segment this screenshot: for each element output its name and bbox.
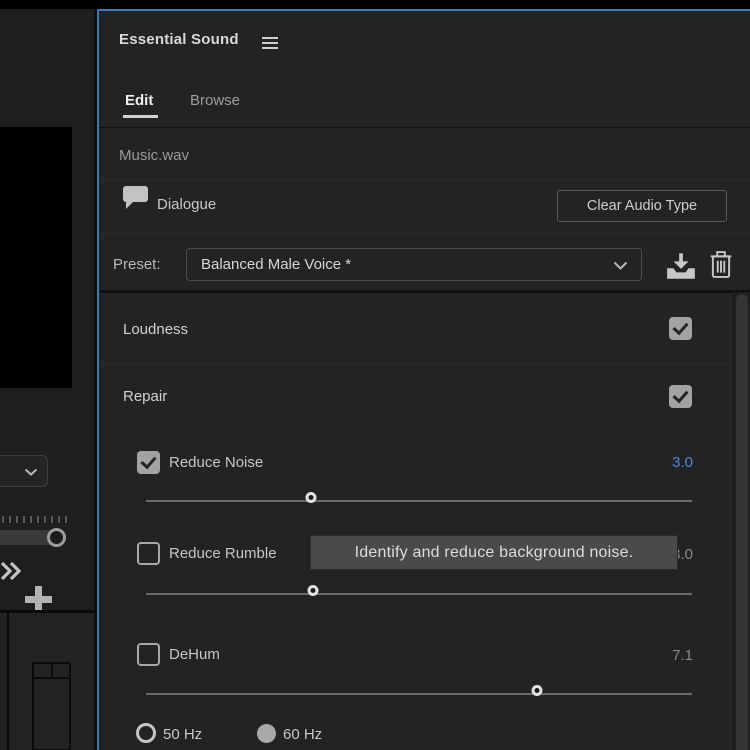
dehum-slider-knob[interactable]: [531, 685, 543, 696]
preset-dropdown[interactable]: Balanced Male Voice *: [186, 248, 642, 281]
reduce-noise-slider[interactable]: [146, 492, 692, 503]
separator: [99, 290, 750, 293]
meter-divider: [7, 613, 9, 750]
add-button[interactable]: [25, 586, 52, 613]
app-screen: Essential Sound Edit Browse Music.wav Di…: [0, 0, 750, 750]
speech-bubble-icon: [122, 185, 149, 215]
audio-type-label: Dialogue: [157, 196, 217, 213]
reduce-rumble-slider[interactable]: [146, 585, 692, 596]
tab-edit[interactable]: Edit: [125, 92, 153, 109]
dehum-label: DeHum: [169, 646, 220, 663]
reduce-noise-slider-knob[interactable]: [305, 492, 317, 503]
zoom-slider-knob[interactable]: [47, 528, 66, 547]
separator: [99, 179, 750, 180]
reduce-rumble-checkbox[interactable]: [137, 542, 160, 565]
double-chevron-icon[interactable]: [0, 560, 22, 587]
radio-60hz-label: 60 Hz: [283, 726, 323, 743]
scrollbar-track[interactable]: [733, 292, 750, 750]
tooltip: Identify and reduce background noise.: [311, 536, 677, 569]
panel-title: Essential Sound: [119, 31, 239, 48]
tab-browse[interactable]: Browse: [190, 92, 240, 109]
monitor-viewport: [0, 127, 72, 388]
audio-meter: [32, 662, 71, 750]
radio-60hz[interactable]: [257, 724, 276, 743]
left-sidebar: [0, 9, 97, 750]
dehum-value: 7.1: [672, 647, 693, 664]
reduce-noise-checkbox[interactable]: [137, 451, 160, 474]
panel-menu-icon[interactable]: [262, 37, 278, 52]
loudness-section-label: Loudness: [123, 321, 189, 338]
reduce-rumble-slider-knob[interactable]: [307, 585, 319, 596]
separator: [99, 127, 750, 128]
repair-section-label: Repair: [123, 388, 168, 405]
top-divider: [0, 0, 750, 9]
chevron-down-icon: [24, 468, 38, 476]
radio-50hz-label: 50 Hz: [163, 726, 203, 743]
dehum-slider[interactable]: [146, 685, 692, 696]
zoom-ruler-ticks: [2, 516, 67, 523]
clip-name: Music.wav: [119, 147, 190, 164]
dehum-checkbox[interactable]: [137, 643, 160, 666]
save-preset-icon[interactable]: [666, 252, 696, 285]
reduce-rumble-label: Reduce Rumble: [169, 545, 277, 562]
radio-50hz[interactable]: [136, 723, 156, 743]
preset-value: Balanced Male Voice *: [201, 256, 352, 273]
active-tab-underline: [123, 115, 158, 118]
scrollbar-thumb[interactable]: [736, 294, 748, 750]
audio-meters-panel: [0, 610, 97, 750]
collapsed-dropdown[interactable]: [0, 455, 48, 487]
separator: [99, 233, 750, 234]
loudness-checkbox[interactable]: [669, 317, 692, 340]
repair-checkbox[interactable]: [669, 385, 692, 408]
essential-sound-panel: Essential Sound Edit Browse Music.wav Di…: [97, 9, 750, 750]
clear-audio-type-button[interactable]: Clear Audio Type: [557, 190, 727, 222]
reduce-noise-value[interactable]: 3.0: [672, 454, 693, 471]
delete-preset-icon[interactable]: [708, 249, 734, 285]
separator: [99, 363, 750, 364]
reduce-noise-label: Reduce Noise: [169, 454, 264, 471]
preset-label: Preset:: [113, 256, 161, 273]
chevron-down-icon: [613, 261, 628, 270]
